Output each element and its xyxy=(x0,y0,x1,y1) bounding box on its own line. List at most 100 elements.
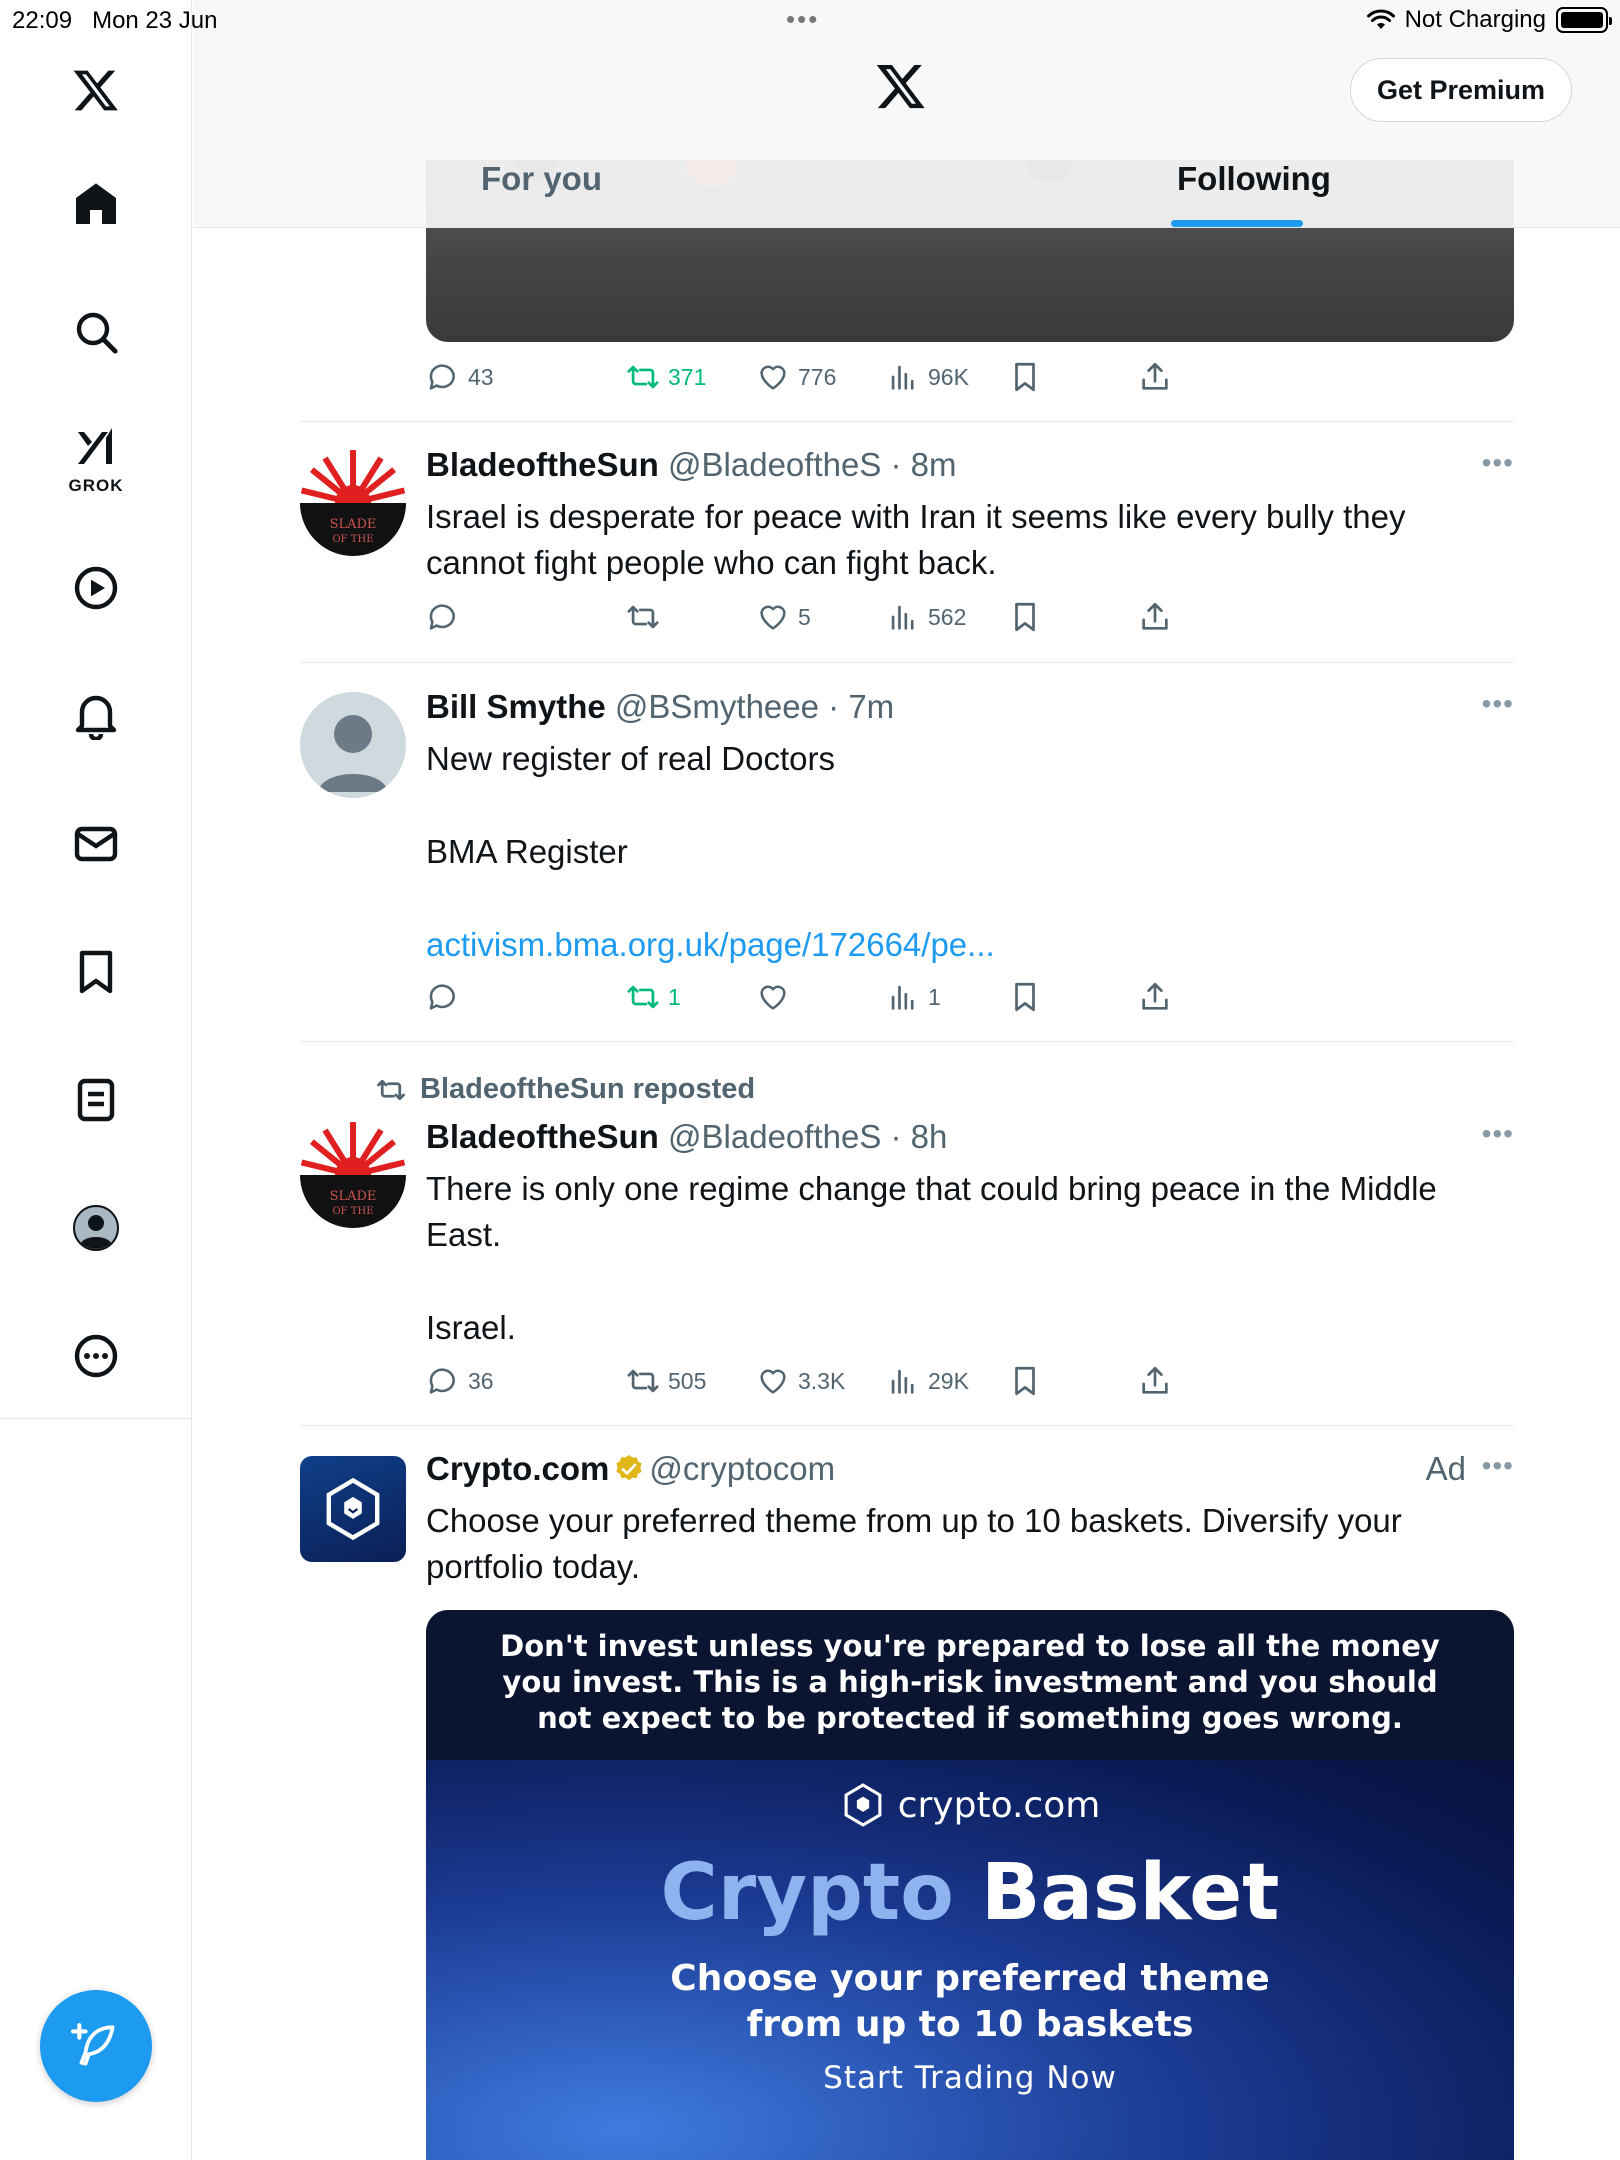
repost-context[interactable]: BladeoftheSun reposted xyxy=(376,1073,755,1106)
video-icon[interactable] xyxy=(56,548,136,628)
tweet-header: BladeoftheSun @BladeoftheS · 8m xyxy=(426,446,957,483)
author-handle[interactable]: @BSmytheee xyxy=(615,688,819,725)
lists-icon[interactable] xyxy=(56,1060,136,1140)
tweet-text-line: BMA Register xyxy=(426,833,628,870)
grok-label: GROK xyxy=(68,476,124,495)
messages-icon[interactable] xyxy=(56,804,136,884)
author-name[interactable]: BladeoftheSun xyxy=(426,1118,659,1155)
views-button[interactable]: 29K xyxy=(886,1364,969,1398)
reply-button[interactable] xyxy=(426,980,468,1014)
views-button[interactable]: 1 xyxy=(886,980,941,1014)
share-button[interactable] xyxy=(1138,1364,1172,1398)
views-button[interactable]: 96K xyxy=(886,360,969,394)
tweet-more-icon[interactable]: ••• xyxy=(1482,688,1514,720)
bookmarks-icon[interactable] xyxy=(56,932,136,1012)
author-handle[interactable]: @cryptocom xyxy=(649,1450,835,1487)
avatar[interactable]: SLADE OF THE xyxy=(300,450,406,556)
tab-for-you[interactable]: For you xyxy=(481,160,602,198)
battery-icon xyxy=(1556,7,1612,33)
tweet-actions: 36 505 3.3K 29K xyxy=(426,1364,1426,1408)
more-icon[interactable] xyxy=(56,1316,136,1396)
profile-icon[interactable] xyxy=(56,1188,136,1268)
tweet-actions: 1 1 xyxy=(426,980,1426,1024)
repost-button[interactable]: 505 xyxy=(626,1364,706,1398)
tweet-text-line: There is only one regime change that cou… xyxy=(426,1170,1437,1253)
repost-label: BladeoftheSun reposted xyxy=(420,1073,756,1105)
like-button[interactable]: 776 xyxy=(756,360,836,394)
tweet-actions: 5 562 xyxy=(426,600,1426,644)
author-handle[interactable]: @BladeoftheS xyxy=(668,446,881,483)
author-name[interactable]: BladeoftheSun xyxy=(426,446,659,483)
ad-risk-warning: Don't invest unless you're prepared to l… xyxy=(426,1610,1514,1760)
active-tab-indicator xyxy=(1171,220,1303,227)
author-name[interactable]: Bill Smythe xyxy=(426,688,606,725)
tab-following[interactable]: Following xyxy=(1177,160,1331,198)
repost-button[interactable]: 1 xyxy=(626,980,681,1014)
bookmark-button[interactable] xyxy=(1008,600,1042,634)
like-button[interactable] xyxy=(756,980,798,1014)
views-button[interactable]: 562 xyxy=(886,600,966,634)
sidebar: GROK xyxy=(0,0,192,2160)
views-icon xyxy=(891,365,914,390)
home-icon[interactable] xyxy=(56,164,136,244)
ad-headline-part2: Basket xyxy=(980,1848,1280,1938)
notifications-icon[interactable] xyxy=(56,676,136,756)
grok-icon[interactable]: GROK xyxy=(56,418,136,498)
repost-button[interactable] xyxy=(626,600,668,634)
ad-headline: Crypto Basket xyxy=(426,1848,1514,1938)
search-icon[interactable] xyxy=(56,292,136,372)
reply-count: 36 xyxy=(468,1367,494,1394)
x-logo-icon[interactable] xyxy=(56,50,136,130)
x-logo-icon[interactable] xyxy=(875,60,927,112)
share-icon xyxy=(1142,982,1168,1010)
crypto-logo-icon xyxy=(326,1477,380,1541)
avatar[interactable] xyxy=(300,692,406,798)
repost-button[interactable]: 371 xyxy=(626,360,706,394)
tweet-time[interactable]: 8h xyxy=(911,1118,948,1155)
ad-media-card[interactable]: Don't invest unless you're prepared to l… xyxy=(426,1610,1514,2160)
bookmark-button[interactable] xyxy=(1008,980,1042,1014)
avatar[interactable] xyxy=(300,1456,406,1562)
ad-cta[interactable]: Start Trading Now xyxy=(426,2060,1514,2096)
reply-button[interactable]: 43 xyxy=(426,360,494,394)
like-button[interactable]: 5 xyxy=(756,600,811,634)
like-icon xyxy=(760,605,786,630)
reply-count: 43 xyxy=(468,363,494,390)
bookmark-button[interactable] xyxy=(1008,1364,1042,1398)
like-button[interactable]: 3.3K xyxy=(756,1364,845,1398)
tweet-more-icon[interactable]: ••• xyxy=(1482,1450,1514,1482)
tweet-link[interactable]: activism.bma.org.uk/page/172664/pe... xyxy=(426,922,1506,968)
tweet-time[interactable]: 8m xyxy=(911,446,957,483)
reply-button[interactable] xyxy=(426,600,468,634)
views-icon xyxy=(891,1369,914,1394)
ad-warning-line: Don't invest unless you're prepared to l… xyxy=(500,1629,1440,1663)
tweet-text-line: Israel. xyxy=(426,1309,516,1346)
multitask-dots[interactable]: ••• xyxy=(786,4,819,35)
bookmark-icon xyxy=(1015,602,1035,632)
repost-count: 505 xyxy=(668,1367,707,1394)
compose-icon xyxy=(71,2023,115,2066)
share-button[interactable] xyxy=(1138,360,1172,394)
tweet-time[interactable]: 7m xyxy=(848,688,894,725)
author-name[interactable]: Crypto.com xyxy=(426,1450,609,1487)
svg-text:SLADE: SLADE xyxy=(330,1189,377,1204)
author-handle[interactable]: @BladeoftheS xyxy=(668,1118,881,1155)
views-count: 562 xyxy=(928,603,967,630)
tweet-divider xyxy=(300,1041,1514,1042)
status-time: 22:09 Mon 23 Jun xyxy=(12,7,218,35)
share-button[interactable] xyxy=(1138,600,1172,634)
tweet-more-icon[interactable]: ••• xyxy=(1482,447,1514,479)
get-premium-button[interactable]: Get Premium xyxy=(1350,58,1572,122)
status-clock: 22:09 xyxy=(12,7,73,34)
views-icon xyxy=(891,985,914,1010)
ad-subheadline: Choose your preferred theme from up to 1… xyxy=(426,1956,1514,2048)
repost-icon xyxy=(627,1369,659,1393)
bookmark-button[interactable] xyxy=(1008,360,1042,394)
avatar[interactable]: SLADE OF THE xyxy=(300,1122,406,1228)
views-count: 29K xyxy=(928,1367,969,1394)
tweet-more-icon[interactable]: ••• xyxy=(1482,1118,1514,1150)
reply-icon xyxy=(429,984,455,1010)
reply-button[interactable]: 36 xyxy=(426,1364,494,1398)
compose-button[interactable] xyxy=(40,1990,152,2102)
share-button[interactable] xyxy=(1138,980,1172,1014)
